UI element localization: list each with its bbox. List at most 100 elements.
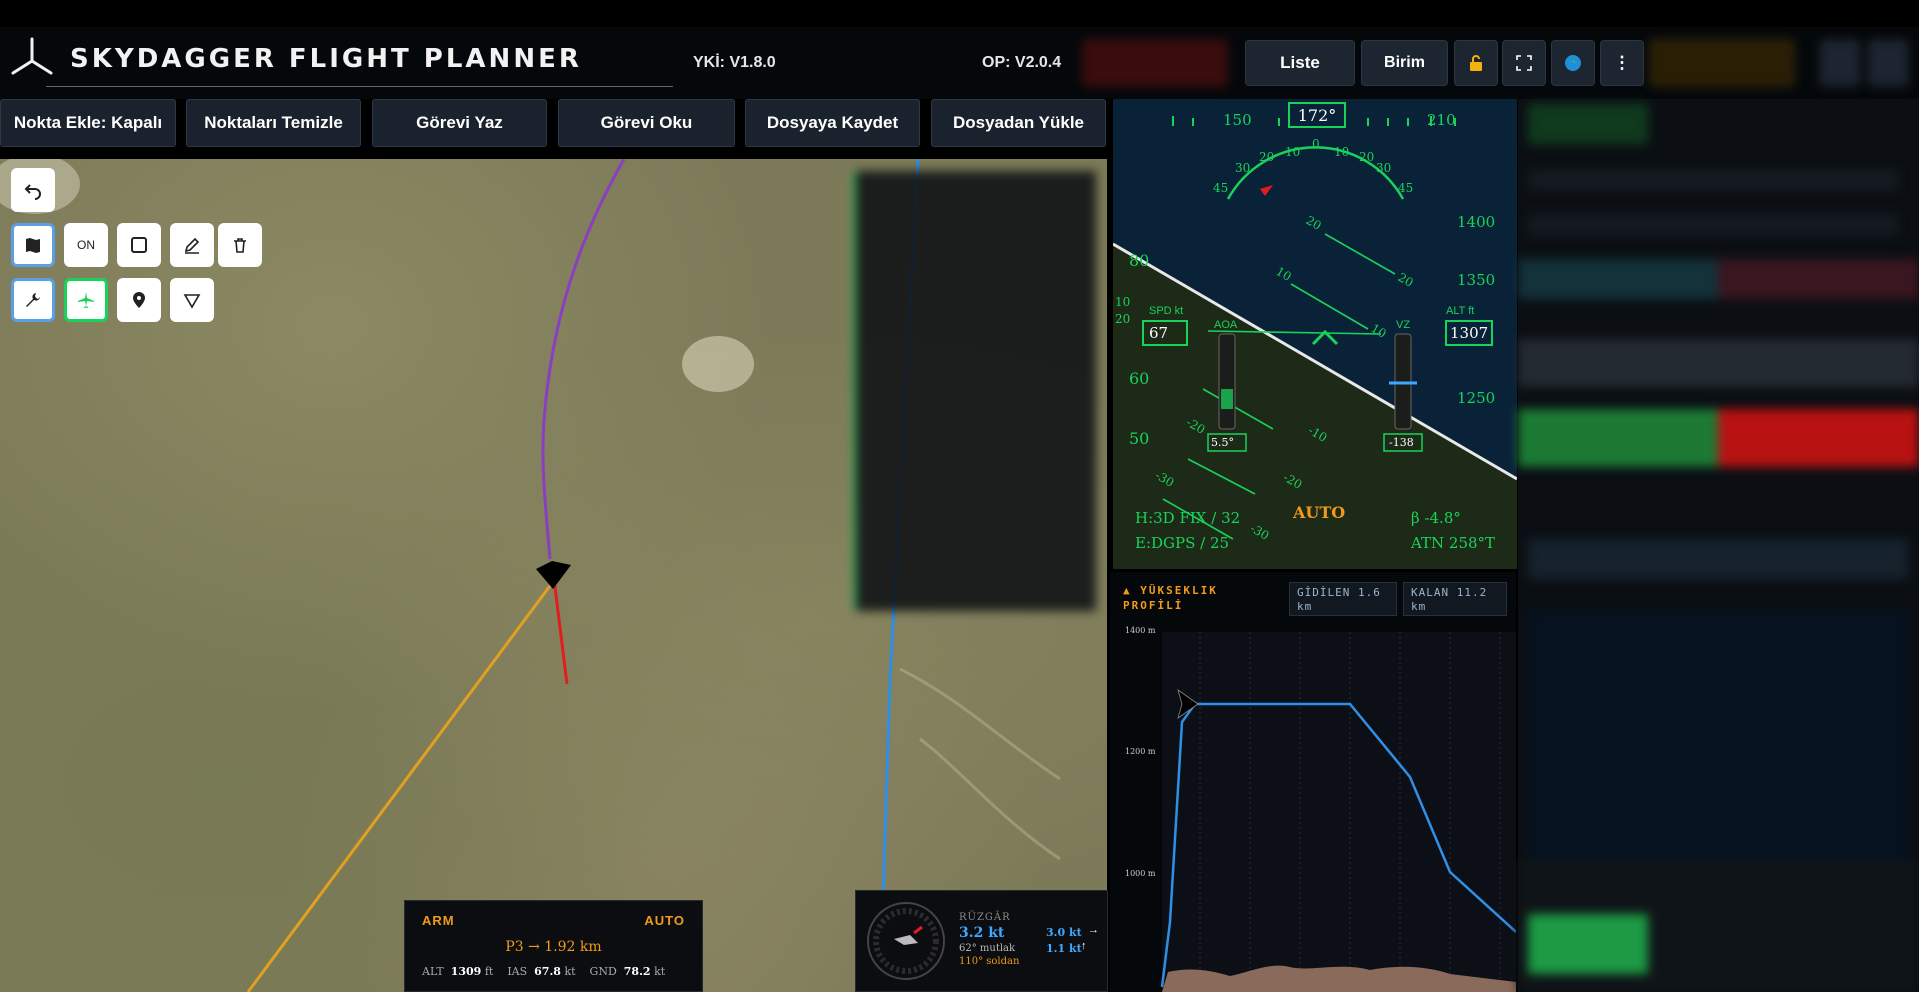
- pitch-label: 10: [1115, 295, 1131, 309]
- gnd-label: GND: [589, 965, 617, 978]
- title-underline: [46, 86, 673, 87]
- altitude-label: ALT ft: [1446, 305, 1475, 317]
- fullscreen-button[interactable]: [1502, 40, 1546, 86]
- blurred-icon-button-1[interactable]: [1820, 40, 1860, 86]
- bank-label: 45: [1213, 181, 1229, 195]
- bank-label: 0: [1312, 137, 1320, 151]
- yki-version: YKİ: V1.8.0: [693, 54, 776, 71]
- edit-button[interactable]: [170, 223, 214, 267]
- aoa-value: 5.5°: [1211, 436, 1234, 449]
- blurred-block: [1528, 104, 1648, 144]
- arm-status: ARM: [422, 913, 455, 928]
- gnd-unit: kt: [654, 965, 666, 978]
- map-icon: [26, 238, 40, 253]
- alt-label: ALT: [422, 965, 444, 978]
- brand: SKYDAGGER FLIGHT PLANNER: [8, 34, 582, 84]
- heading-right: 210: [1427, 111, 1456, 129]
- vz-value: -138: [1389, 436, 1414, 449]
- bank-label: 20: [1359, 150, 1375, 164]
- waypoint-button[interactable]: [117, 278, 161, 322]
- waypoint-list-panel[interactable]: [853, 171, 1096, 611]
- square-icon: [131, 237, 147, 253]
- more-button[interactable]: ⋮: [1600, 40, 1644, 86]
- blurred-block: [1518, 259, 1718, 299]
- write-mission-button[interactable]: Görevi Yaz: [372, 99, 547, 147]
- blurred-block: [1718, 259, 1919, 299]
- gps-e-status: E:DGPS / 25: [1135, 534, 1230, 552]
- bank-label: 45: [1398, 181, 1414, 195]
- lock-icon: [1470, 55, 1482, 71]
- aircraft-mode-button[interactable]: [64, 278, 108, 322]
- ias-unit: kt: [564, 965, 576, 978]
- delete-button[interactable]: [218, 223, 262, 267]
- read-mission-button[interactable]: Görevi Oku: [558, 99, 735, 147]
- edit-icon: [184, 237, 200, 254]
- control-side-panel[interactable]: [1518, 99, 1919, 992]
- airplane-icon: [78, 292, 94, 308]
- on-toggle[interactable]: ON: [64, 223, 108, 267]
- clear-points-button[interactable]: Noktaları Temizle: [186, 99, 361, 147]
- alt-tick: 1350: [1457, 271, 1496, 289]
- blurred-block: [1718, 409, 1919, 467]
- map-tracks: [899, 667, 1061, 861]
- ias-label: IAS: [507, 965, 528, 978]
- elevation-title-2: PROFİLİ: [1123, 599, 1184, 612]
- map-view[interactable]: ON: [0, 159, 1107, 992]
- heading-value: 172°: [1297, 106, 1337, 125]
- heading-left: 150: [1223, 111, 1252, 129]
- wind-panel: RÜZGÂR 3.2 kt 62° mutlak 110° soldan 3.0…: [855, 890, 1108, 992]
- blurred-block: [1528, 914, 1648, 974]
- globe-icon: [1565, 55, 1581, 71]
- traveled-box: GİDİLEN 1.6 km: [1289, 582, 1397, 616]
- liste-button[interactable]: Liste: [1245, 40, 1355, 86]
- speed-tick: 50: [1129, 429, 1150, 448]
- blurred-header-button[interactable]: [1650, 40, 1794, 86]
- globe-button[interactable]: [1551, 40, 1595, 86]
- bank-label: 30: [1376, 161, 1392, 175]
- wind-side-top: 3.0 kt: [1046, 926, 1082, 939]
- birim-button[interactable]: Birim: [1361, 40, 1448, 86]
- aoa-label: AOA: [1214, 319, 1238, 331]
- fullscreen-icon: [1516, 55, 1532, 71]
- chart-area: [1162, 632, 1516, 992]
- undo-button[interactable]: [11, 168, 55, 212]
- rectangle-button[interactable]: [117, 223, 161, 267]
- elevation-title-1: ▲ YÜKSEKLIK: [1123, 584, 1218, 597]
- pitch-label: 20: [1115, 312, 1131, 326]
- lock-button[interactable]: [1454, 40, 1498, 86]
- logo-icon: [11, 37, 53, 75]
- measure-button[interactable]: [170, 278, 214, 322]
- blurred-controls: [1518, 99, 1919, 992]
- blurred-icon-button-2[interactable]: [1868, 40, 1908, 86]
- beta-value: β -4.8°: [1411, 509, 1461, 527]
- alt-tick: 1250: [1457, 389, 1496, 407]
- arrow-right-icon: →: [1088, 924, 1099, 936]
- elevation-profile-panel: ▲ YÜKSEKLIK PROFİLİ GİDİLEN 1.6 km KALAN…: [1110, 572, 1516, 992]
- purple-path: [541, 159, 626, 560]
- vz-label: VZ: [1396, 319, 1411, 331]
- target-waypoint: P3 → 1.92 km: [505, 939, 602, 955]
- aircraft-icon: [536, 561, 571, 589]
- app-title: SKYDAGGER FLIGHT PLANNER: [70, 44, 582, 74]
- gnd-value: 78.2: [623, 965, 651, 978]
- bank-label: 10: [1285, 145, 1301, 159]
- map-layer-button[interactable]: [11, 223, 55, 267]
- load-file-button[interactable]: Dosyadan Yükle: [931, 99, 1106, 147]
- undo-icon: [24, 184, 41, 200]
- trash-icon: [234, 238, 246, 253]
- blurred-block: [1528, 214, 1898, 236]
- emergency-button[interactable]: [1083, 40, 1227, 86]
- arrow-up-icon: ↑: [1081, 940, 1087, 952]
- settings-button[interactable]: [11, 278, 55, 322]
- alt-tick: 1400: [1457, 213, 1496, 231]
- wind-relative: 110° soldan: [959, 956, 1020, 967]
- heading-line: [551, 570, 569, 685]
- alt-value: 1309: [450, 965, 482, 978]
- add-point-button[interactable]: Nokta Ekle: Kapalı: [0, 99, 176, 147]
- map-terrain-patch: [682, 336, 754, 392]
- speed-value: 67: [1149, 324, 1169, 342]
- blurred-block: [1518, 339, 1919, 387]
- blurred-block: [1528, 539, 1908, 579]
- save-file-button[interactable]: Dosyaya Kaydet: [745, 99, 920, 147]
- top-bar: [0, 0, 1919, 27]
